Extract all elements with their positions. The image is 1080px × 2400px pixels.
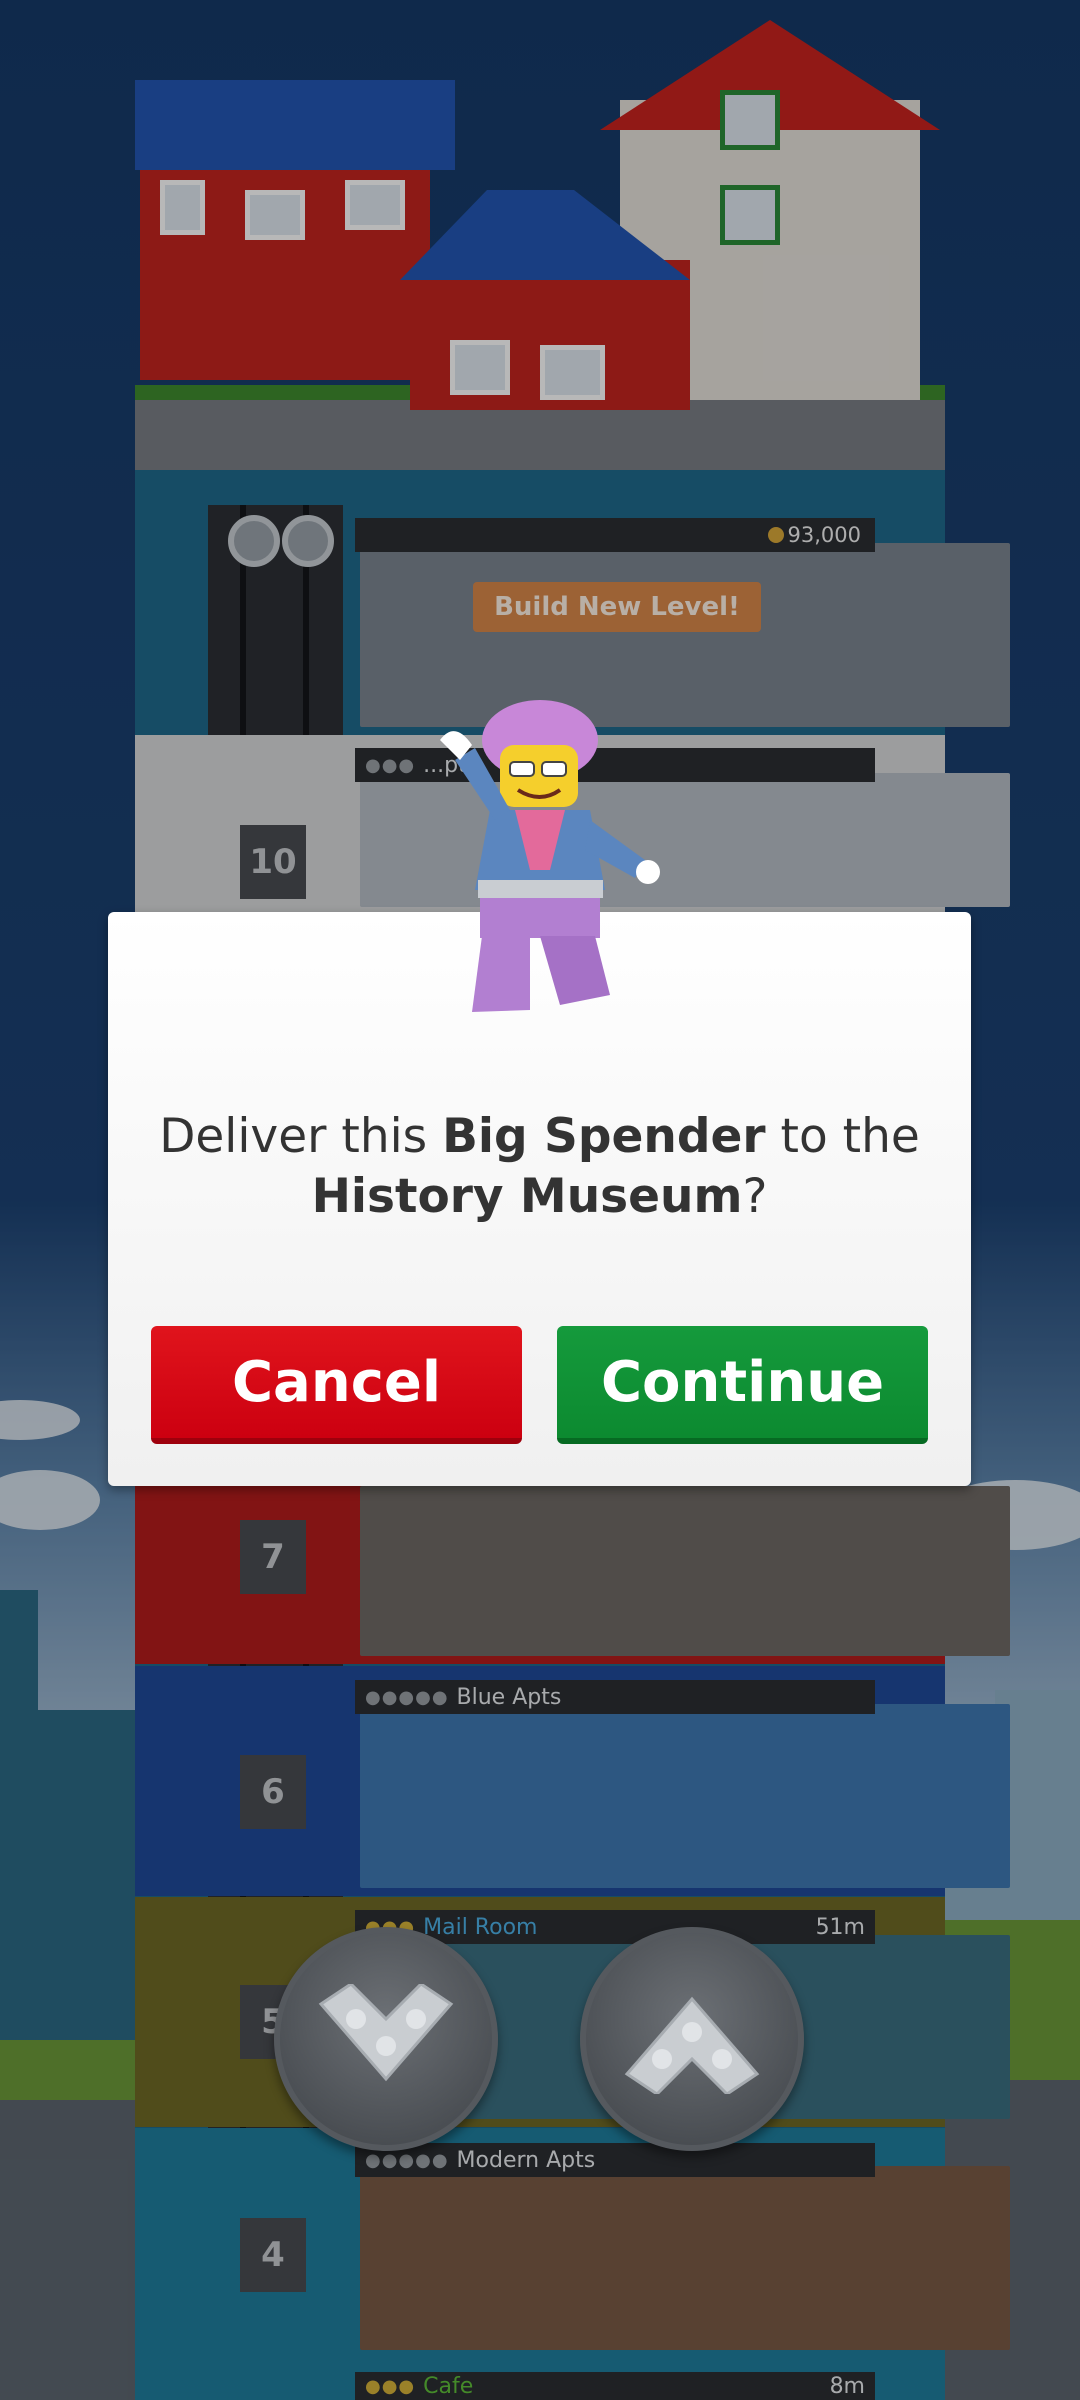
minifig-glasses (509, 761, 535, 777)
minifig-belt (478, 880, 603, 898)
minifig-hips (480, 898, 600, 938)
dialog-message: Deliver this Big Spender to the History … (148, 1107, 931, 1227)
elevator-up-button[interactable] (580, 1927, 804, 2151)
chevron-down-icon (318, 1984, 454, 2082)
bitizen-type: Big Spender (442, 1109, 766, 1164)
bitizen-minifig (440, 700, 660, 1012)
elevator-down-button[interactable] (274, 1927, 498, 2151)
chevron-up-icon (624, 1996, 760, 2094)
minifig-glasses (541, 761, 567, 777)
minifig-hand-right (636, 860, 660, 884)
message-suffix: ? (742, 1169, 768, 1224)
minifig-leg (472, 936, 530, 1012)
cancel-button[interactable]: Cancel (151, 1326, 522, 1444)
message-prefix: Deliver this (159, 1109, 443, 1164)
minifig-leg (540, 936, 610, 1005)
destination-name: History Museum (311, 1169, 743, 1224)
continue-button[interactable]: Continue (557, 1326, 928, 1444)
message-middle: to the (765, 1109, 920, 1164)
